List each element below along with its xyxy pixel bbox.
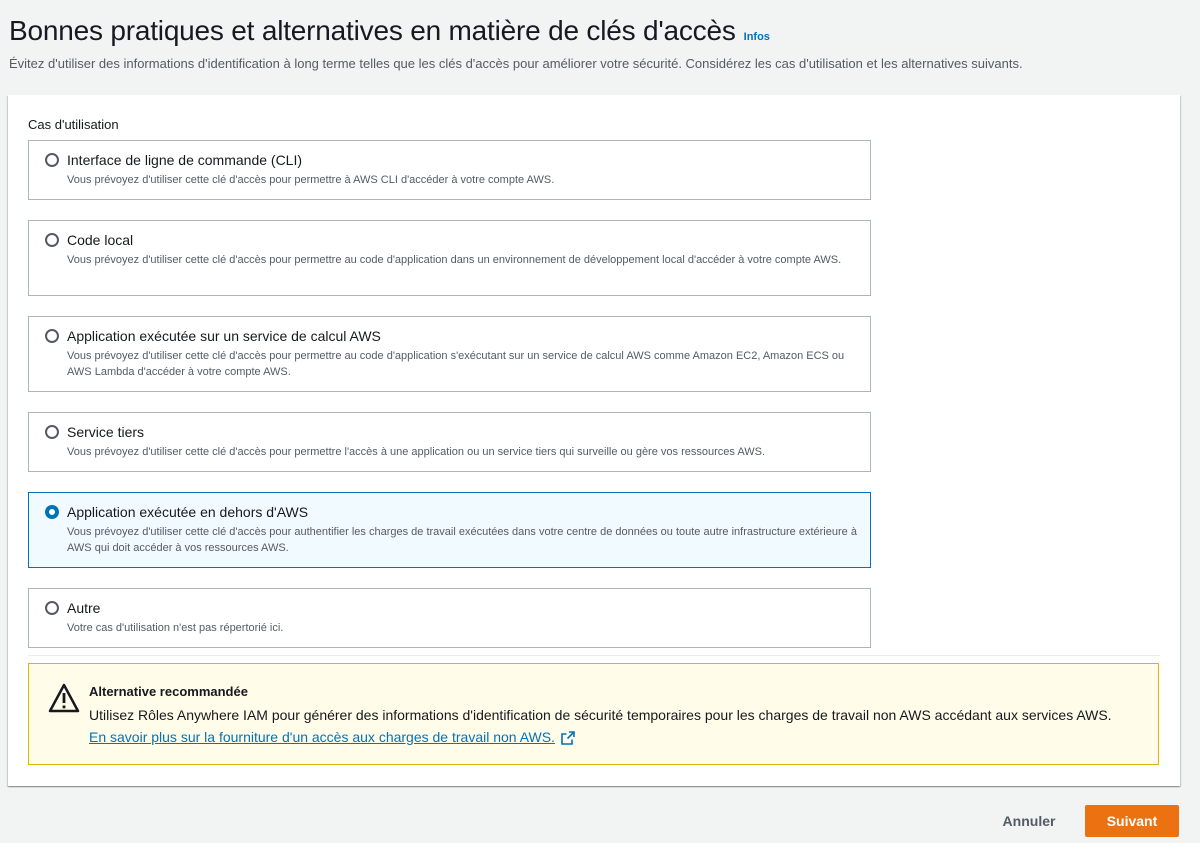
option-cli[interactable]: Interface de ligne de commande (CLI) Vou… xyxy=(28,140,871,200)
page-header: Bonnes pratiques et alternatives en mati… xyxy=(9,14,1194,73)
option-description: Vous prévoyez d'utiliser cette clé d'acc… xyxy=(67,254,842,266)
external-link-icon xyxy=(561,730,575,745)
radio-other[interactable] xyxy=(45,601,59,615)
option-third-party[interactable]: Service tiers Vous prévoyez d'utiliser c… xyxy=(28,412,871,472)
warning-icon xyxy=(48,683,80,713)
option-description: Vous prévoyez d'utiliser cette clé d'acc… xyxy=(67,174,555,186)
option-title: Service tiers xyxy=(67,424,145,440)
option-title: Code local xyxy=(67,232,134,248)
use-case-panel: Cas d'utilisation Interface de ligne de … xyxy=(8,95,1180,786)
option-aws-compute[interactable]: Application exécutée sur un service de c… xyxy=(28,316,871,392)
option-title: Interface de ligne de commande (CLI) xyxy=(67,152,303,168)
option-other[interactable]: Autre Votre cas d'utilisation n'est pas … xyxy=(28,588,871,648)
use-case-label: Cas d'utilisation xyxy=(28,117,119,132)
divider xyxy=(28,655,1160,656)
option-title: Application exécutée en dehors d'AWS xyxy=(67,504,309,520)
option-description: Vous prévoyez d'utiliser cette clé d'acc… xyxy=(67,350,845,378)
option-description: Vous prévoyez d'utiliser cette clé d'acc… xyxy=(67,526,857,554)
option-title: Application exécutée sur un service de c… xyxy=(67,328,381,344)
alert-body: Utilisez Rôles Anywhere IAM pour générer… xyxy=(89,707,1112,723)
info-link[interactable]: Infos xyxy=(744,31,770,43)
recommended-alternative-alert: Alternative recommandée Utilisez Rôles A… xyxy=(28,663,1159,765)
cancel-button[interactable]: Annuler xyxy=(990,805,1068,837)
page-description: Évitez d'utiliser des informations d'ide… xyxy=(9,56,1023,71)
page-title-row: Bonnes pratiques et alternatives en mati… xyxy=(9,14,1194,48)
radio-aws-compute[interactable] xyxy=(45,329,59,343)
option-title: Autre xyxy=(67,600,101,616)
next-button[interactable]: Suivant xyxy=(1085,805,1179,837)
learn-more-link[interactable]: En savoir plus sur la fourniture d'un ac… xyxy=(89,728,575,747)
radio-third-party[interactable] xyxy=(45,425,59,439)
option-description: Votre cas d'utilisation n'est pas répert… xyxy=(67,622,284,634)
option-local-code[interactable]: Code local Vous prévoyez d'utiliser cett… xyxy=(28,220,871,296)
alert-title: Alternative recommandée xyxy=(89,684,248,699)
radio-cli[interactable] xyxy=(45,153,59,167)
option-description: Vous prévoyez d'utiliser cette clé d'acc… xyxy=(67,446,766,458)
radio-local-code[interactable] xyxy=(45,233,59,247)
page-title: Bonnes pratiques et alternatives en mati… xyxy=(9,15,736,46)
radio-outside-aws[interactable] xyxy=(45,505,59,519)
option-outside-aws[interactable]: Application exécutée en dehors d'AWS Vou… xyxy=(28,492,871,568)
learn-more-link-text[interactable]: En savoir plus sur la fourniture d'un ac… xyxy=(89,728,555,747)
